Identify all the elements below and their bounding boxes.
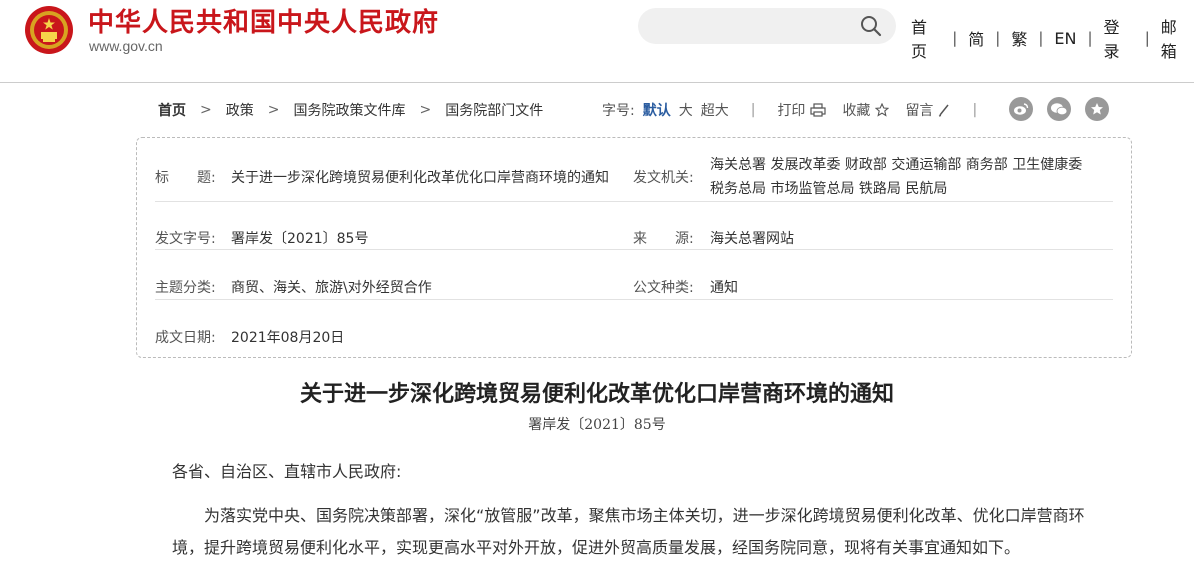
- favorite-star-icon[interactable]: [1085, 97, 1109, 121]
- nav-home[interactable]: 首页: [908, 14, 944, 62]
- search-icon[interactable]: [860, 15, 882, 37]
- print-button[interactable]: 打印: [777, 100, 827, 120]
- date-label: 成文日期:: [155, 330, 216, 346]
- document-number: 署岸发〔2021〕85号: [528, 417, 666, 433]
- site-title[interactable]: 中华人民共和国中央人民政府: [88, 2, 439, 39]
- docno-value: 署岸发〔2021〕85号: [231, 231, 369, 247]
- date-value: 2021年08月20日: [231, 330, 345, 346]
- national-emblem-icon[interactable]: [24, 5, 74, 55]
- document-paragraph: 为落实党中央、国务院决策部署，深化“放管服”改革，聚焦市场主体关切，进一步深化跨…: [172, 506, 1085, 557]
- document-title: 关于进一步深化跨境贸易便利化改革优化口岸营商环境的通知: [299, 381, 894, 407]
- topic-value: 商贸、海关、旅游\对外经贸合作: [231, 280, 432, 296]
- nav-english[interactable]: EN: [1051, 29, 1079, 48]
- nav-traditional[interactable]: 繁: [1008, 26, 1030, 50]
- search-input[interactable]: [638, 8, 896, 44]
- nav-separator: |: [952, 29, 958, 47]
- nav-login[interactable]: 登录: [1101, 14, 1137, 62]
- site-header: 中华人民共和国中央人民政府 www.gov.cn 首页 | 简 | 繁 | EN | 登…: [0, 0, 1194, 83]
- nav-separator: |: [1144, 29, 1150, 47]
- breadcrumb-policy-library[interactable]: 国务院政策文件库: [293, 100, 405, 120]
- issuer-value-line1: 海关总署 发展改革委 财政部 交通运输部 商务部 卫生健康委: [710, 157, 1083, 173]
- pencil-icon: [939, 104, 950, 117]
- issuer-label: 发文机关:: [633, 170, 694, 186]
- breadcrumb-department-docs[interactable]: 国务院部门文件: [445, 100, 543, 120]
- info-row-title: 标 题: 关于进一步深化跨境贸易便利化改革优化口岸营商环境的通知 发文机关: 海…: [155, 138, 1113, 202]
- comment-label: 留言: [905, 103, 934, 119]
- issuer-value-line2: 税务总局 市场监管总局 铁路局 民航局: [710, 181, 948, 197]
- print-label: 打印: [777, 103, 806, 119]
- font-size-label: 字号:: [602, 103, 635, 119]
- favorite-label: 收藏: [842, 103, 871, 119]
- doctype-label: 公文种类:: [633, 280, 694, 296]
- document-info-box: 标 题: 关于进一步深化跨境贸易便利化改革优化口岸营商环境的通知 发文机关: 海…: [136, 137, 1132, 358]
- title-label: 标 题:: [155, 170, 216, 186]
- font-size-default[interactable]: 默认: [643, 100, 671, 120]
- title-value: 关于进一步深化跨境贸易便利化改革优化口岸营商环境的通知: [231, 170, 609, 186]
- chevron-right-icon: >: [200, 102, 212, 118]
- star-icon: [875, 103, 890, 117]
- font-size-large[interactable]: 大: [679, 100, 693, 120]
- page-toolbar: 字号: 默认 大 超大 | 打印 收藏 留言 |: [602, 100, 999, 120]
- favorite-button[interactable]: 收藏: [842, 100, 890, 120]
- info-row-date: 成文日期: 2021年08月20日: [155, 299, 1113, 357]
- docno-label: 发文字号:: [155, 231, 216, 247]
- nav-simplified[interactable]: 简: [965, 26, 987, 50]
- nav-separator: |: [1087, 29, 1093, 47]
- source-label: 来 源:: [633, 231, 694, 247]
- info-row-topic: 主题分类: 商贸、海关、旅游\对外经贸合作 公文种类: 通知: [155, 249, 1113, 300]
- top-navigation: 首页 | 简 | 繁 | EN | 登录 | 邮箱: [908, 14, 1194, 62]
- topic-label: 主题分类:: [155, 280, 216, 296]
- breadcrumb: 首页 > 政策 > 国务院政策文件库 > 国务院部门文件: [158, 100, 543, 120]
- info-row-docno: 发文字号: 署岸发〔2021〕85号 来 源: 海关总署网站: [155, 201, 1113, 250]
- chevron-right-icon: >: [419, 102, 432, 118]
- printer-icon: [810, 103, 827, 117]
- weibo-icon[interactable]: [1009, 97, 1033, 121]
- chevron-right-icon: >: [267, 102, 280, 118]
- source-value: 海关总署网站: [710, 231, 794, 247]
- document-salutation: 各省、自治区、直辖市人民政府:: [172, 462, 402, 481]
- breadcrumb-policy[interactable]: 政策: [226, 100, 254, 120]
- toolbar-separator: |: [750, 102, 756, 118]
- toolbar-separator: |: [972, 102, 978, 118]
- wechat-icon[interactable]: [1047, 97, 1071, 121]
- font-size-xlarge[interactable]: 超大: [701, 100, 729, 120]
- doctype-value: 通知: [710, 280, 738, 296]
- comment-button[interactable]: 留言: [905, 100, 950, 120]
- breadcrumb-home[interactable]: 首页: [158, 100, 186, 120]
- nav-separator: |: [995, 29, 1001, 47]
- nav-separator: |: [1038, 29, 1044, 47]
- nav-mailbox[interactable]: 邮箱: [1158, 14, 1194, 62]
- site-url[interactable]: www.gov.cn: [89, 38, 163, 54]
